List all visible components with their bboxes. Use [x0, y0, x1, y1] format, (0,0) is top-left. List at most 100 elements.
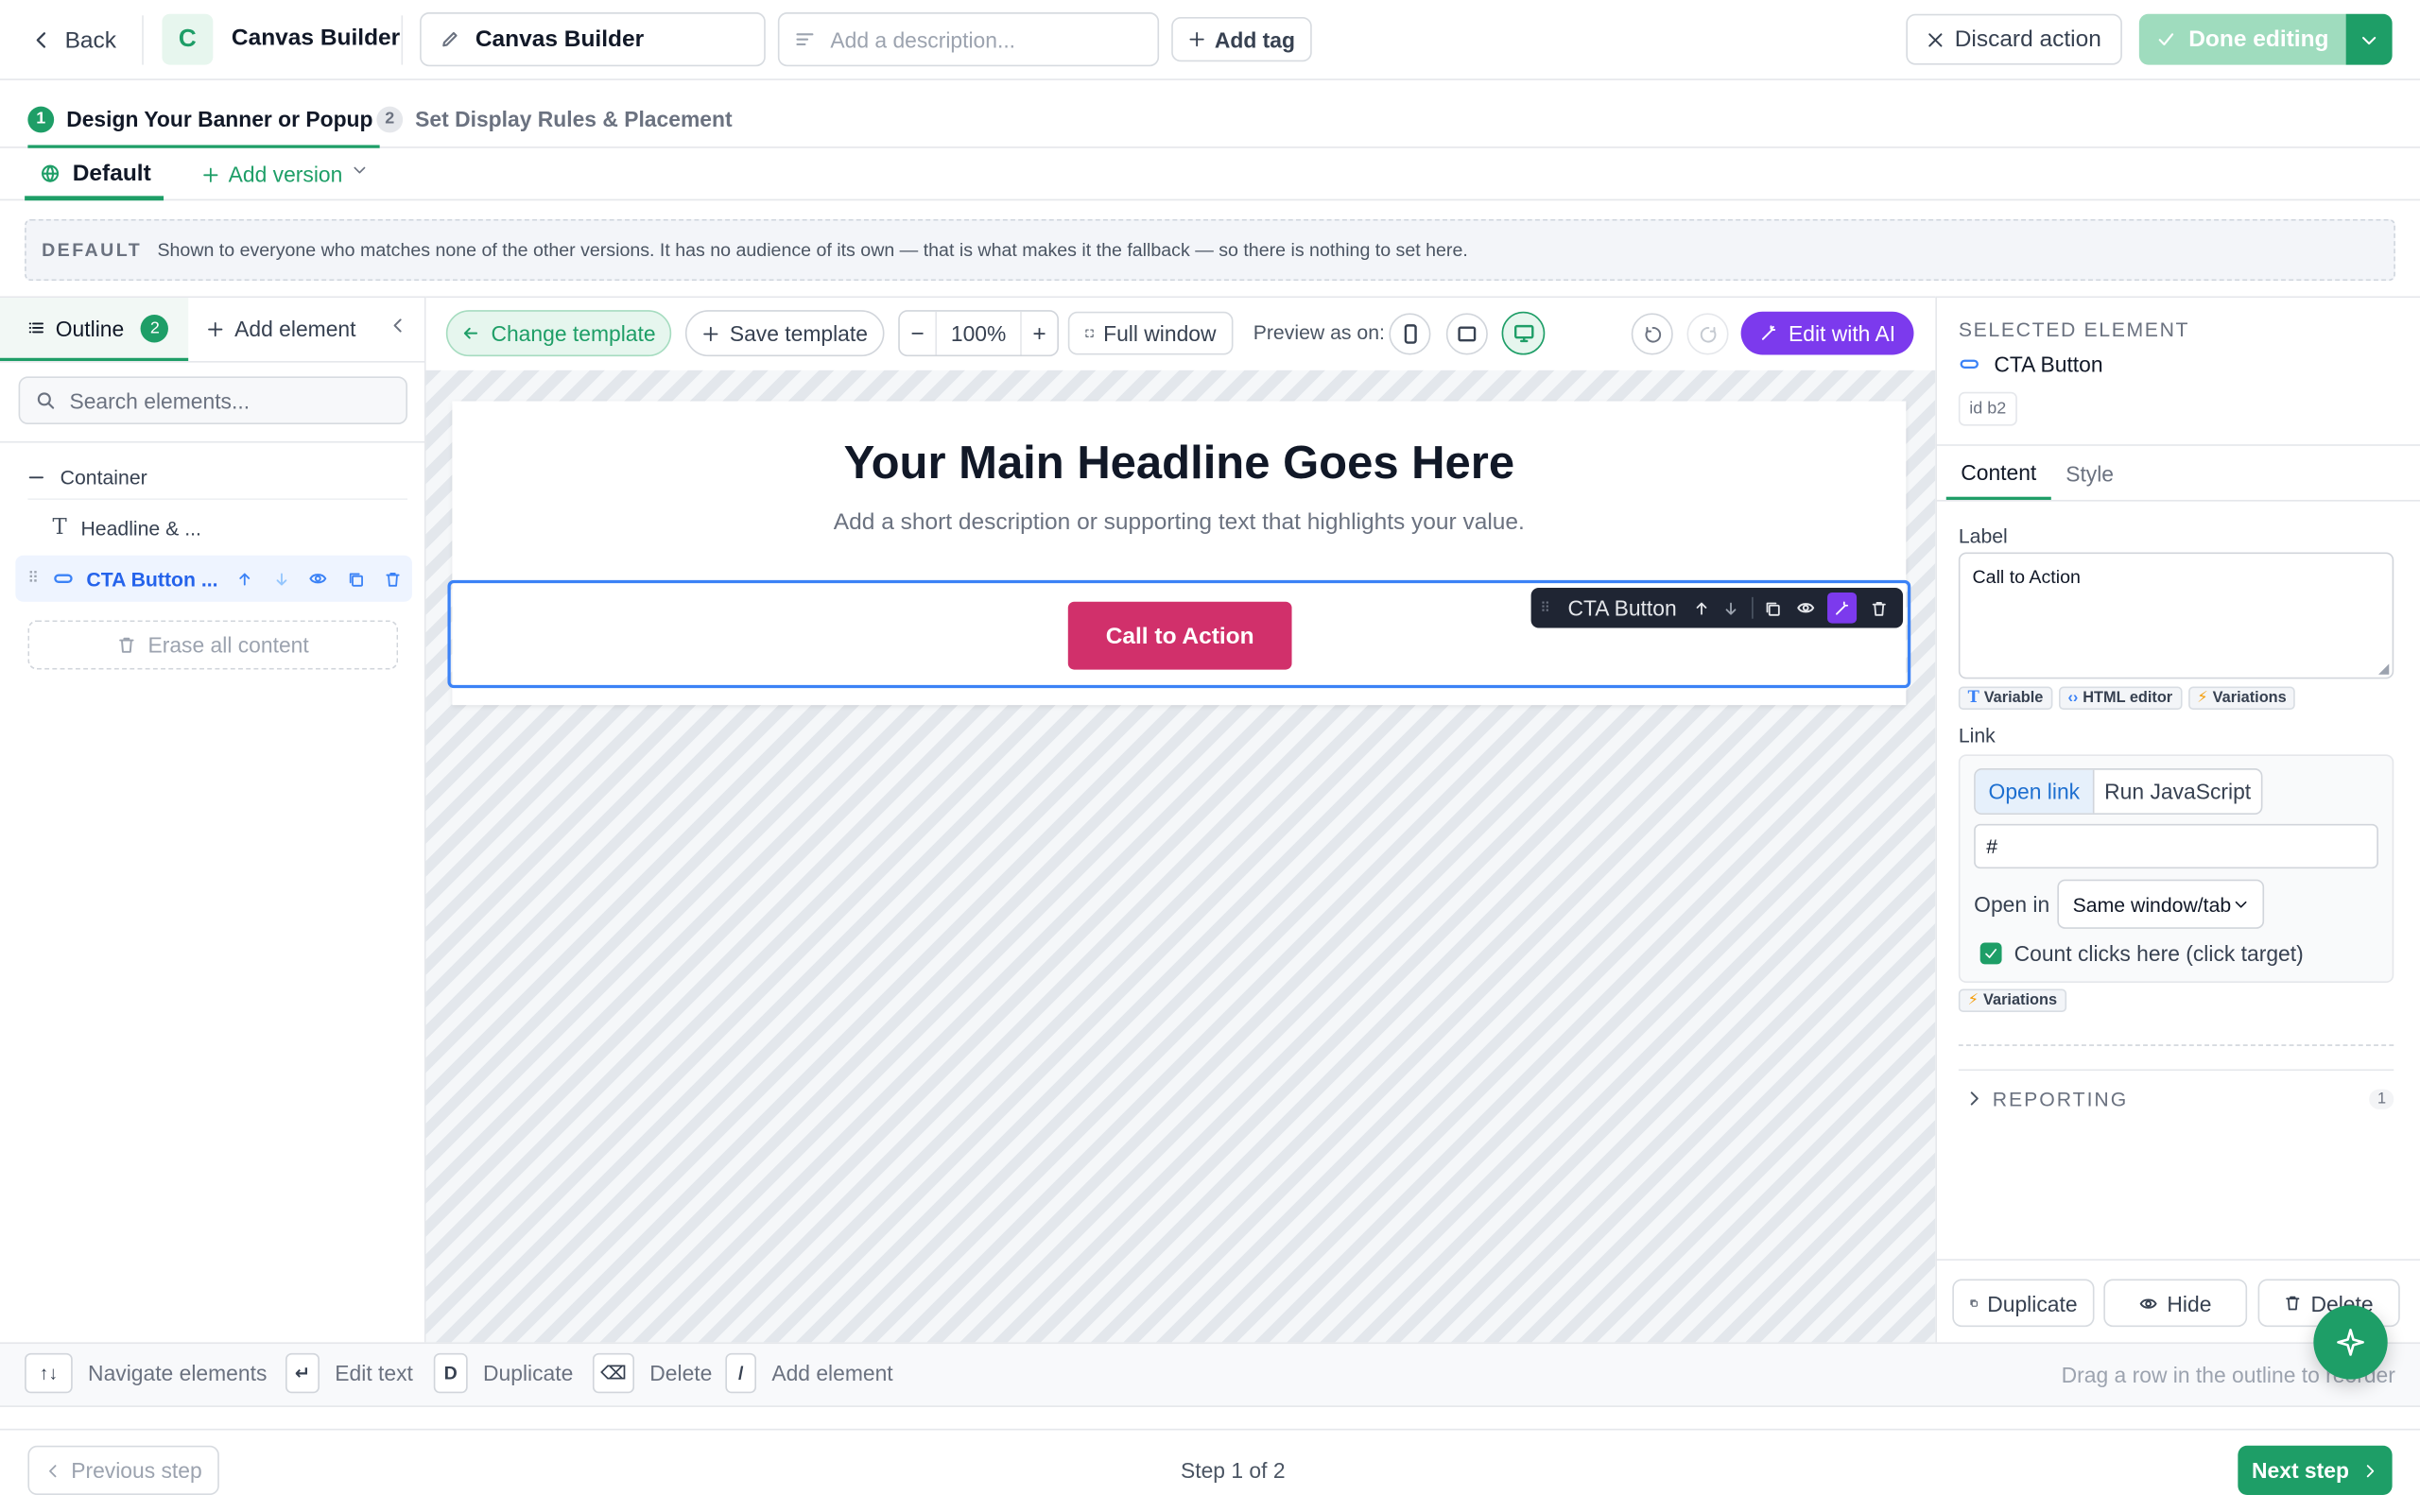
zoom-in-button[interactable]: + [1020, 311, 1057, 355]
count-clicks-label: Count clicks here (click target) [2014, 940, 2304, 967]
zoom-out-button[interactable]: − [900, 311, 938, 355]
open-in-select[interactable]: Same window/tab [2057, 879, 2265, 929]
tree-item-headline[interactable]: T Headline & ... [53, 510, 408, 544]
move-down-icon[interactable] [268, 566, 293, 591]
add-version-label: Add version [228, 162, 343, 187]
trash-icon[interactable] [380, 566, 405, 591]
tree-cta-label: CTA Button ... [86, 566, 218, 591]
trash-icon[interactable] [1863, 593, 1893, 624]
erase-label: Erase all content [147, 632, 309, 658]
drag-handle-icon[interactable]: ⠿ [1540, 599, 1555, 616]
collapse-icon [28, 475, 43, 478]
tab-add-element[interactable]: Add element [207, 317, 356, 341]
eye-icon[interactable] [305, 566, 330, 591]
app-name: Canvas Builder [231, 25, 401, 51]
eye-icon[interactable] [1790, 593, 1821, 624]
tab-outline[interactable]: Outline 2 [0, 298, 189, 362]
next-step-button[interactable]: Next step [2238, 1445, 2393, 1496]
tree-headline-label: Headline & ... [80, 516, 201, 540]
preview-mobile-button[interactable] [1389, 313, 1431, 355]
step-tab-2[interactable]: 2 Set Display Rules & Placement [376, 93, 733, 146]
copy-icon[interactable] [342, 566, 367, 591]
wand-icon[interactable] [1826, 592, 1858, 624]
inspector-tab-style[interactable]: Style [2051, 446, 2129, 500]
previous-step-button[interactable]: Previous step [27, 1445, 219, 1496]
variations-chip[interactable]: ⚡ Variations [2187, 686, 2296, 711]
variable-chip[interactable]: T Variable [1958, 686, 2053, 711]
version-dropdown[interactable] [352, 162, 371, 183]
done-editing-button[interactable]: Done editing [2138, 13, 2346, 65]
erase-all-content-button[interactable]: Erase all content [27, 620, 399, 670]
drag-handle-icon[interactable]: ⠿ [15, 570, 49, 587]
link-url-input[interactable]: # [1974, 823, 2378, 869]
full-window-label: Full window [1103, 320, 1217, 346]
trash-icon [2286, 1296, 2300, 1311]
preview-label: Preview as on: [1253, 320, 1385, 345]
chip-label: Variations [1983, 991, 2058, 1009]
reporting-section-toggle[interactable]: REPORTING 1 [1964, 1085, 2394, 1112]
tree-item-container[interactable]: Container [27, 456, 407, 496]
resize-grip-icon[interactable]: ◢ [2378, 661, 2389, 678]
banner-subtext[interactable]: Add a short description or supporting te… [452, 509, 1906, 536]
collapse-panel-button[interactable] [389, 317, 410, 338]
move-down-icon[interactable] [1716, 593, 1746, 624]
move-up-icon[interactable] [232, 566, 256, 591]
redo-button[interactable] [1686, 313, 1729, 355]
full-window-button[interactable]: Full window [1067, 311, 1234, 355]
chip-label: Variations [2212, 689, 2287, 707]
lightning-icon: ⚡ [1967, 991, 1979, 1009]
link-url-value: # [1986, 834, 1998, 858]
duplicate-element-button[interactable]: Duplicate [1952, 1279, 2095, 1328]
hide-element-button[interactable]: Hide [2103, 1279, 2248, 1328]
preview-desktop-button[interactable] [1501, 311, 1546, 355]
button-type-icon [1960, 359, 1979, 369]
link-variations-chip[interactable]: ⚡ Variations [1958, 988, 2066, 1013]
add-version-button[interactable]: Add version [202, 161, 342, 188]
move-up-icon[interactable] [1685, 593, 1716, 624]
label-textarea[interactable]: Call to Action ◢ [1958, 552, 2394, 679]
run-javascript-option[interactable]: Run JavaScript [2095, 770, 2261, 814]
check-icon [1985, 949, 1997, 958]
zoom-level: 100% [950, 320, 1007, 346]
divider [1751, 596, 1753, 619]
cta-button[interactable]: Call to Action [1067, 601, 1292, 670]
discard-action-button[interactable]: Discard action [1906, 13, 2122, 65]
link-field-title: Link [1958, 723, 1996, 747]
description-field[interactable]: Add a description... [777, 12, 1160, 67]
cta-button-label: Call to Action [1105, 622, 1254, 649]
done-dropdown-button[interactable] [2345, 13, 2393, 65]
wand-icon [1761, 325, 1775, 340]
globe-icon [42, 163, 60, 181]
back-label: Back [64, 26, 117, 54]
inspector-tab-content[interactable]: Content [1945, 446, 2051, 500]
default-text: Shown to everyone who matches none of th… [157, 239, 1468, 261]
banner-headline[interactable]: Your Main Headline Goes Here [452, 438, 1906, 491]
add-tag-button[interactable]: Add tag [1171, 16, 1312, 62]
tree-item-cta[interactable]: ⠿ CTA Button ... [15, 555, 412, 602]
edit-with-ai-button[interactable]: Edit with AI [1740, 311, 1914, 355]
default-tag: DEFAULT [42, 239, 143, 261]
reporting-label: REPORTING [1992, 1087, 2129, 1110]
save-template-button[interactable]: Save template [684, 310, 885, 357]
shortcut-delete: ⌫ Delete [592, 1352, 712, 1394]
undo-button[interactable] [1631, 313, 1673, 355]
open-link-option[interactable]: Open link [1975, 769, 2095, 814]
back-button[interactable]: Back [31, 19, 116, 62]
version-tab-default[interactable]: Default [25, 149, 164, 201]
count-clicks-checkbox[interactable] [1979, 942, 2002, 965]
tab-content-label: Content [1961, 458, 2037, 484]
title-field[interactable]: Canvas Builder [420, 12, 766, 67]
text-lines-icon [796, 33, 814, 45]
copy-icon[interactable] [1757, 593, 1788, 624]
step-tab-1[interactable]: 1 Design Your Banner or Popup [27, 93, 380, 148]
app-initial: C [178, 25, 197, 52]
preview-tablet-button[interactable] [1445, 313, 1488, 355]
change-template-button[interactable]: Change template [445, 310, 672, 357]
search-elements-input[interactable]: Search elements... [18, 376, 408, 424]
add-tag-label: Add tag [1214, 26, 1295, 52]
version-default-label: Default [72, 159, 151, 186]
html-editor-chip[interactable]: ‹› HTML editor [2058, 686, 2182, 711]
ai-assistant-fab[interactable] [2313, 1305, 2388, 1380]
default-notice: DEFAULT Shown to everyone who matches no… [25, 218, 2395, 282]
tab-style-label: Style [2066, 460, 2115, 486]
